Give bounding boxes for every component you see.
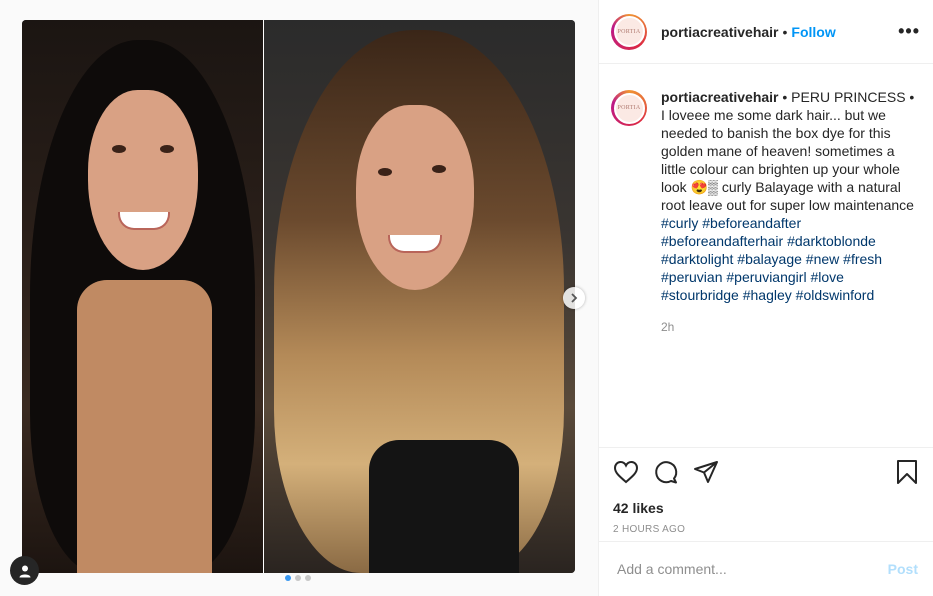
carousel-dot bbox=[305, 575, 311, 581]
hashtag-link[interactable]: #beforeandafter bbox=[702, 215, 801, 231]
share-button[interactable] bbox=[693, 460, 719, 484]
post-photo[interactable] bbox=[22, 20, 575, 573]
caption-time: 2h bbox=[661, 320, 675, 334]
user-icon bbox=[19, 565, 30, 577]
post-side-panel: PORTIA portiacreativehair • Follow ••• P… bbox=[598, 0, 933, 596]
comment-box: Post bbox=[599, 541, 933, 596]
comment-icon bbox=[655, 461, 678, 484]
carousel-next-button[interactable] bbox=[563, 287, 585, 309]
post-timestamp: 2 HOURS AGO bbox=[613, 524, 686, 535]
separator-dot: • bbox=[782, 23, 788, 40]
follow-button[interactable]: Follow bbox=[791, 24, 835, 40]
carousel-dots bbox=[285, 575, 311, 581]
hashtag-link[interactable]: #balayage bbox=[737, 251, 802, 267]
like-button[interactable] bbox=[613, 460, 639, 484]
action-icons-row bbox=[613, 458, 918, 486]
hashtag-link[interactable]: #love bbox=[810, 269, 843, 285]
hashtag-link[interactable]: #beforeandafterhair bbox=[661, 233, 783, 249]
caption-text: • PERU PRINCESS • I loveee me some dark … bbox=[661, 89, 915, 213]
hashtag-link[interactable]: #oldswinford bbox=[796, 287, 875, 303]
before-photo bbox=[22, 20, 263, 573]
avatar[interactable]: PORTIA bbox=[611, 13, 647, 50]
hashtag-link[interactable]: #peruviangirl bbox=[726, 269, 806, 285]
carousel-dot bbox=[295, 575, 301, 581]
carousel-dot-active bbox=[285, 575, 291, 581]
hashtag-link[interactable]: #darktoblonde bbox=[787, 233, 876, 249]
chevron-right-icon bbox=[571, 293, 578, 303]
hashtag-link[interactable]: #new bbox=[806, 251, 839, 267]
post-actions: 42 likes 2 HOURS AGO bbox=[599, 447, 933, 541]
save-button[interactable] bbox=[896, 459, 918, 485]
comment-input[interactable] bbox=[615, 560, 888, 578]
hashtag-link[interactable]: #stourbridge bbox=[661, 287, 739, 303]
hashtag-link[interactable]: #darktolight bbox=[661, 251, 733, 267]
tagged-users-button[interactable] bbox=[10, 556, 39, 585]
bookmark-icon bbox=[897, 460, 917, 484]
share-icon bbox=[694, 461, 718, 483]
hashtag-link[interactable]: #hagley bbox=[743, 287, 792, 303]
caption: portiacreativehair • PERU PRINCESS • I l… bbox=[661, 88, 921, 336]
hashtag-link[interactable]: #peruvian bbox=[661, 269, 723, 285]
avatar-text: PORTIA bbox=[617, 28, 641, 35]
caption-area: PORTIA portiacreativehair • PERU PRINCES… bbox=[611, 88, 922, 336]
caption-username[interactable]: portiacreativehair bbox=[661, 89, 779, 105]
heart-icon bbox=[613, 460, 639, 484]
likes-count[interactable]: 42 likes bbox=[613, 500, 918, 516]
comment-button[interactable] bbox=[653, 459, 679, 485]
post-header: PORTIA portiacreativehair • Follow ••• bbox=[599, 0, 933, 64]
hashtag-link[interactable]: #curly bbox=[661, 215, 698, 231]
avatar-text: PORTIA bbox=[617, 105, 641, 111]
after-photo bbox=[264, 20, 575, 573]
username-link[interactable]: portiacreativehair bbox=[661, 24, 779, 40]
hashtag-link[interactable]: #fresh bbox=[843, 251, 882, 267]
caption-avatar[interactable]: PORTIA bbox=[611, 90, 647, 126]
hashtag-list: #curly #beforeandafter #beforeandafterha… bbox=[661, 215, 882, 303]
post-comment-button[interactable]: Post bbox=[888, 561, 918, 577]
more-options-button[interactable]: ••• bbox=[898, 21, 922, 42]
